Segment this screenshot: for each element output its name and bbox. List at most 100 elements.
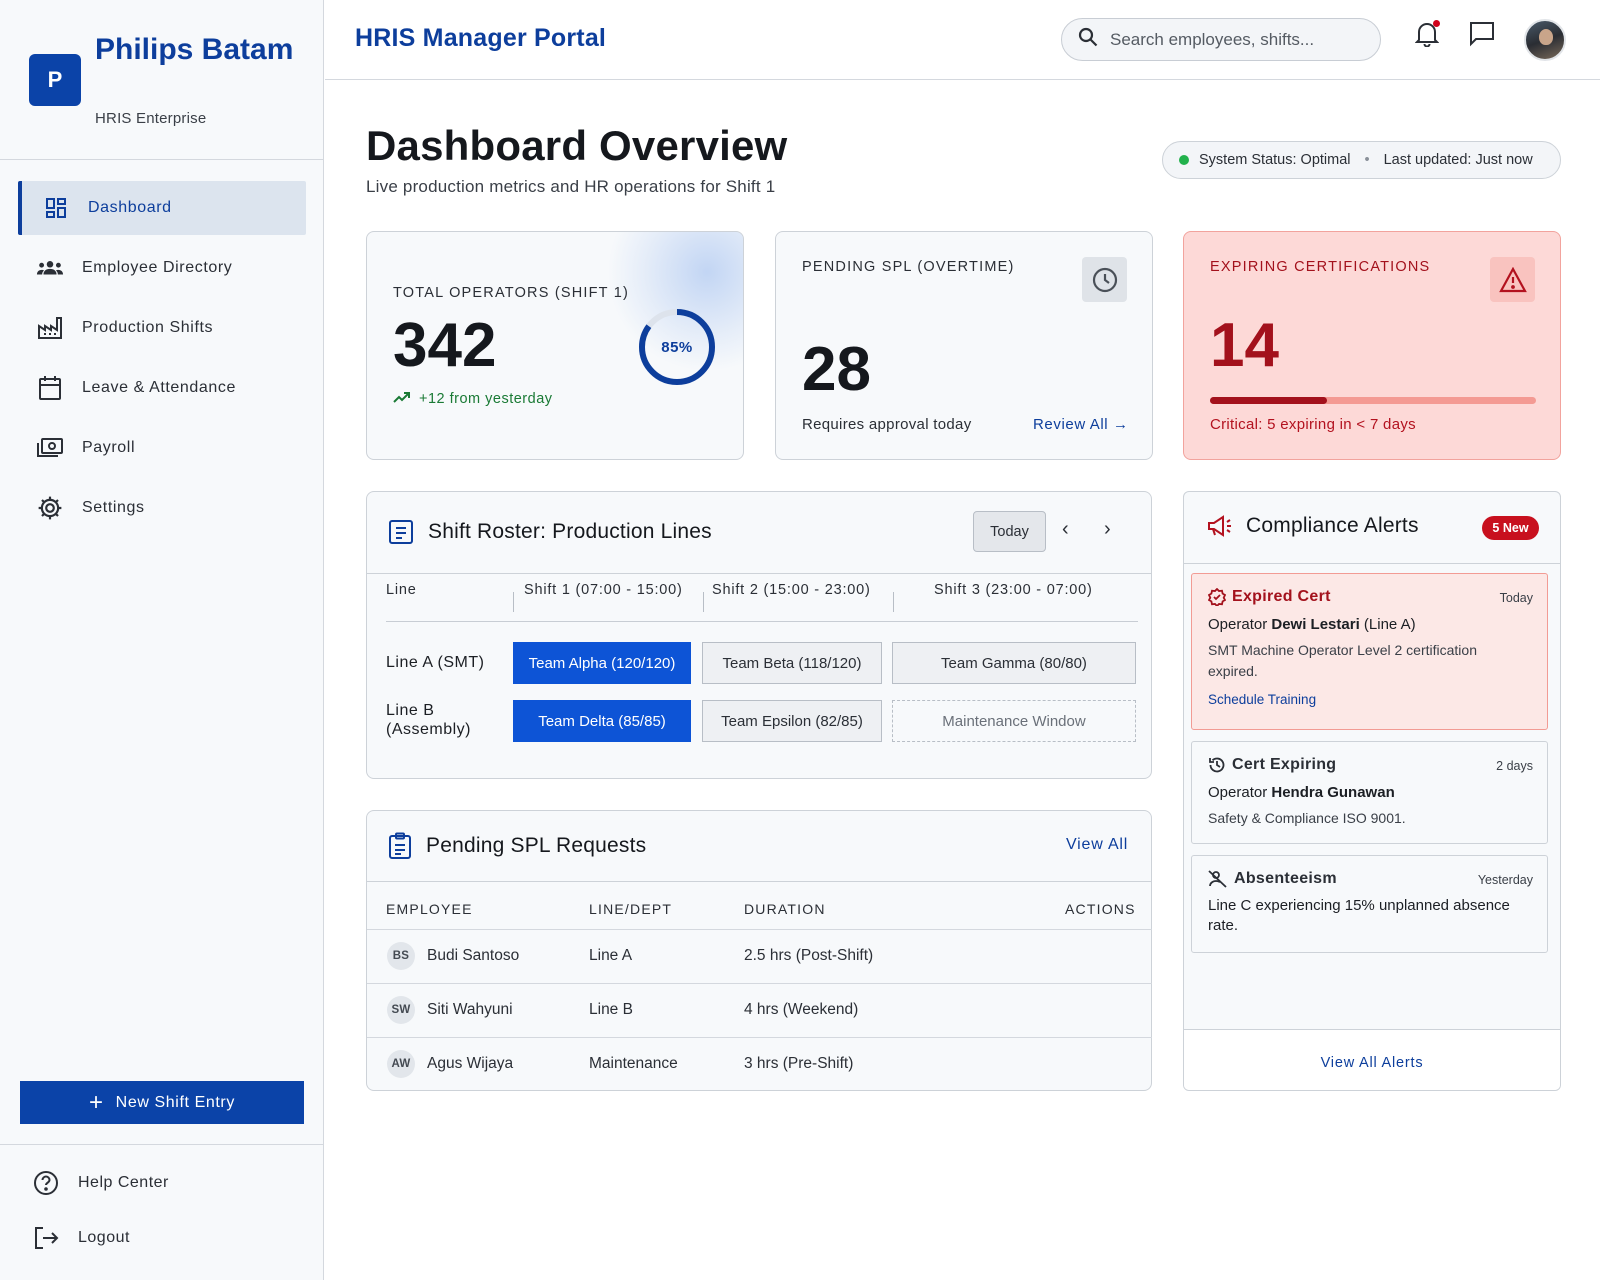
roster-line-label: Line B (Assembly)	[386, 702, 472, 738]
capacity-percent: 85%	[661, 338, 693, 356]
kpi-value: 14	[1210, 311, 1279, 380]
alert-time: Today	[1499, 591, 1533, 605]
clock-icon	[1092, 267, 1117, 292]
divider	[1184, 563, 1560, 564]
logout-link[interactable]: Logout	[32, 1224, 130, 1252]
kpi-value: 28	[802, 335, 871, 404]
logout-icon	[32, 1224, 60, 1252]
expiring-certifications-card: EXPIRING CERTIFICATIONS 14 Critical: 5 e…	[1183, 231, 1561, 460]
schedule-training-link[interactable]: Schedule Training	[1208, 692, 1316, 707]
alert-type: Expired Cert	[1232, 588, 1331, 605]
warning-icon-box	[1490, 257, 1535, 302]
avatar: AW	[387, 1050, 415, 1078]
review-all-link[interactable]: Review All →	[1033, 416, 1129, 433]
new-shift-entry-button[interactable]: + New Shift Entry	[20, 1081, 304, 1124]
pending-spl-requests-title-text: Pending SPL Requests	[426, 834, 647, 857]
divider	[367, 573, 1151, 574]
messages-button[interactable]	[1466, 20, 1498, 52]
system-status-pill: System Status: Optimal • Last updated: J…	[1162, 141, 1561, 179]
users-icon	[36, 254, 64, 282]
avatar: BS	[387, 942, 415, 970]
sidebar-item-label: Production Shifts	[82, 319, 214, 336]
kpi-label: PENDING SPL (OVERTIME)	[802, 259, 1015, 275]
sidebar-item-settings[interactable]: Settings	[18, 481, 306, 535]
view-all-spl-link[interactable]: View All	[1066, 836, 1128, 854]
roster-cell[interactable]: Team Delta (85/85)	[513, 700, 691, 742]
kpi-label: TOTAL OPERATORS (SHIFT 1)	[393, 285, 629, 301]
brand-subtitle: HRIS Enterprise	[95, 110, 207, 127]
alert-type: Cert Expiring	[1232, 756, 1337, 773]
status-dot	[1179, 155, 1189, 165]
employee-name: Budi Santoso	[427, 947, 520, 964]
alert-description: Line C experiencing 15% unplanned absenc…	[1208, 897, 1510, 934]
portal-title: HRIS Manager Portal	[355, 24, 607, 52]
table-row[interactable]: AW Agus Wijaya Maintenance 3 hrs (Pre-Sh…	[367, 1037, 1152, 1090]
sidebar-item-production-shifts[interactable]: Production Shifts	[18, 301, 306, 355]
alert-cert-expiring[interactable]: Cert Expiring 2 days Operator Hendra Gun…	[1191, 741, 1548, 844]
alert-expired-cert[interactable]: Expired Cert Today Operator Dewi Lestari…	[1191, 573, 1548, 730]
system-status-text: System Status: Optimal	[1199, 152, 1351, 168]
table-row[interactable]: SW Siti Wahyuni Line B 4 hrs (Weekend)	[367, 983, 1152, 1036]
help-center-link[interactable]: Help Center	[32, 1169, 169, 1197]
roster-cell[interactable]: Team Epsilon (82/85)	[702, 700, 882, 742]
trend-text: +12 from yesterday	[419, 391, 553, 407]
chevron-right-icon[interactable]: ›	[1104, 518, 1111, 541]
total-operators-card: TOTAL OPERATORS (SHIFT 1) 342 85% +12 fr…	[366, 231, 744, 460]
duration: 3 hrs (Pre-Shift)	[744, 1055, 854, 1072]
search-box	[1061, 18, 1381, 61]
alert-absenteeism[interactable]: Absenteeism Yesterday Line C experiencin…	[1191, 855, 1548, 953]
payments-icon	[36, 434, 64, 462]
alert-title: Expired Cert	[1208, 588, 1331, 606]
sidebar-item-employee-directory[interactable]: Employee Directory	[18, 241, 306, 295]
sidebar-item-dashboard[interactable]: Dashboard	[18, 181, 306, 235]
search-input[interactable]	[1110, 29, 1360, 50]
alert-title: Absenteeism	[1208, 870, 1337, 888]
last-updated-text: Last updated: Just now	[1383, 152, 1533, 168]
cert-progress-fill	[1210, 397, 1328, 404]
separator-dot: •	[1364, 152, 1370, 168]
roster-icon	[389, 520, 413, 544]
factory-icon	[36, 314, 64, 342]
roster-header-line: Line	[386, 582, 417, 598]
view-all-alerts-link[interactable]: View All Alerts	[1183, 1055, 1561, 1071]
table-row[interactable]: BS Budi Santoso Line A 2.5 hrs (Post-Shi…	[367, 929, 1152, 982]
history-icon	[1209, 757, 1225, 773]
chevron-left-icon[interactable]: ‹	[1062, 518, 1069, 541]
new-alerts-badge: 5 New	[1482, 516, 1539, 540]
chat-icon	[1469, 21, 1495, 52]
user-avatar[interactable]	[1524, 19, 1566, 61]
notifications-button[interactable]	[1411, 20, 1443, 52]
calendar-icon	[36, 374, 64, 402]
sidebar-item-label: Settings	[82, 499, 145, 516]
duration: 4 hrs (Weekend)	[744, 1001, 859, 1018]
cert-progress-track	[1210, 397, 1536, 404]
roster-line-label: Line A (SMT)	[386, 654, 485, 671]
alert-title: Cert Expiring	[1208, 756, 1336, 774]
roster-cell[interactable]: Team Gamma (80/80)	[892, 642, 1136, 684]
kpi-value: 342	[393, 311, 497, 380]
today-button[interactable]: Today	[973, 511, 1046, 552]
help-circle-icon	[32, 1169, 60, 1197]
cert-critical-note: Critical: 5 expiring in < 7 days	[1210, 416, 1416, 433]
alert-type: Absenteeism	[1234, 870, 1337, 887]
compliance-alerts-title: Compliance Alerts	[1206, 514, 1419, 538]
duration: 2.5 hrs (Post-Shift)	[744, 947, 874, 964]
roster-header-shift-1: Shift 1 (07:00 - 15:00)	[524, 582, 683, 598]
kpi-label: EXPIRING CERTIFICATIONS	[1210, 259, 1431, 275]
operator-name: Dewi Lestari	[1271, 616, 1360, 633]
column-divider	[513, 592, 514, 612]
employee-name: Siti Wahyuni	[427, 1001, 513, 1018]
roster-cell[interactable]: Team Alpha (120/120)	[513, 642, 691, 684]
line-dept: Line B	[589, 1001, 633, 1018]
sidebar-item-payroll[interactable]: Payroll	[18, 421, 306, 475]
dashboard-icon	[42, 194, 70, 222]
roster-cell[interactable]: Team Beta (118/120)	[702, 642, 882, 684]
sidebar-footer: Help Center Logout	[0, 1144, 324, 1280]
trend-indicator: +12 from yesterday	[393, 390, 553, 408]
roster-cell-maintenance[interactable]: Maintenance Window	[892, 700, 1136, 742]
plus-icon: +	[89, 1088, 104, 1116]
top-bar: HRIS Manager Portal	[325, 0, 1600, 80]
employee-name: Agus Wijaya	[427, 1055, 514, 1072]
avatar: SW	[387, 996, 415, 1024]
sidebar-item-leave-attendance[interactable]: Leave & Attendance	[18, 361, 306, 415]
